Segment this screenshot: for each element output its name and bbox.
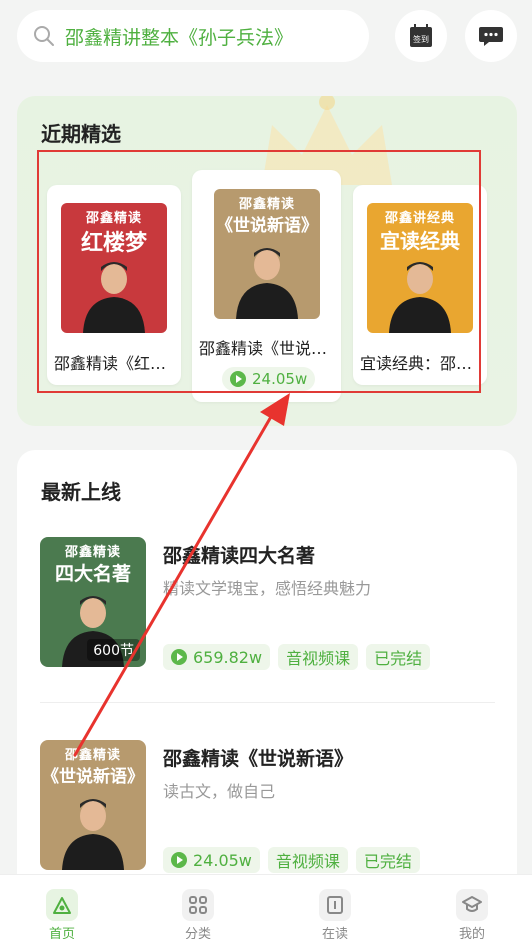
search-placeholder: 邵鑫精讲整本《孙子兵法》: [65, 26, 294, 49]
cover-title: 宜读经典: [380, 229, 460, 253]
cover-subtitle: 邵鑫精读: [238, 197, 295, 212]
item-desc: 精读文学瑰宝，感悟经典魅力: [163, 579, 372, 598]
play-icon: [171, 852, 187, 868]
bottom-nav: 首页 分类 在读 我的: [0, 874, 532, 939]
card-title: 邵鑫精读《红…: [54, 354, 167, 373]
search-icon: [34, 26, 54, 46]
list-item[interactable]: 邵鑫精读 《世说新语》 邵鑫精读《世说新语》 读古文，做自己 24.05w 音视…: [17, 740, 517, 890]
thumb-sidamingzhu: 邵鑫精读 四大名著 600节: [40, 537, 146, 667]
featured-card-shishuoxinyu[interactable]: 邵鑫精读 《世说新语》 邵鑫精读《世说… 24.05w: [192, 170, 341, 402]
nav-label: 在读: [321, 927, 348, 939]
nav-category[interactable]: 分类: [158, 875, 238, 939]
grid-icon: [182, 889, 214, 921]
item-tags: 659.82w 音视频课 已完结: [163, 644, 431, 670]
play-count-tag: 659.82w: [163, 644, 271, 670]
media-type-tag: 音视频课: [267, 847, 348, 873]
featured-card-yidujingdian[interactable]: 邵鑫讲经典 宜读经典 宜读经典：邵…: [353, 185, 487, 385]
item-name: 邵鑫精读四大名著: [163, 545, 316, 567]
message-button[interactable]: [465, 10, 517, 62]
nav-label: 首页: [48, 927, 75, 939]
play-icon: [230, 371, 246, 387]
cover-shishuoxinyu: 邵鑫精读 《世说新语》: [214, 189, 320, 319]
card-title: 宜读经典：邵…: [360, 354, 473, 373]
cover-subtitle: 邵鑫精读: [85, 211, 142, 226]
thumb-shishuoxinyu: 邵鑫精读 《世说新语》: [40, 740, 146, 870]
item-desc: 读古文，做自己: [163, 782, 276, 801]
cover-subtitle: 邵鑫讲经典: [384, 211, 455, 226]
status-tag: 已完结: [366, 644, 431, 670]
card-title: 邵鑫精读《世说…: [199, 339, 328, 358]
cover-subtitle: 邵鑫精读: [64, 748, 121, 763]
nav-home[interactable]: 首页: [22, 875, 102, 939]
latest-title: 最新上线: [41, 480, 121, 504]
sign-label: 签到: [413, 34, 429, 44]
cover-hongloumeng: 邵鑫精读 红楼梦: [61, 203, 167, 333]
lesson-count-badge: 600节: [87, 639, 140, 661]
nav-mine[interactable]: 我的: [432, 875, 512, 939]
search-bar[interactable]: 邵鑫精讲整本《孙子兵法》: [17, 10, 369, 62]
divider: [40, 702, 495, 703]
list-item[interactable]: 邵鑫精读 四大名著 600节 邵鑫精读四大名著 精读文学瑰宝，感悟经典魅力 65…: [17, 537, 517, 687]
status-tag: 已完结: [355, 847, 420, 873]
book-icon: [319, 889, 351, 921]
play-icon: [171, 649, 187, 665]
sign-in-button[interactable]: 签到: [395, 10, 447, 62]
item-tags: 24.05w 音视频课 已完结: [163, 847, 420, 873]
cover-yidujingdian: 邵鑫讲经典 宜读经典: [367, 203, 473, 333]
play-count: 24.05w: [252, 370, 308, 388]
chat-bubble-icon: [479, 27, 503, 46]
presenter-portrait: [236, 248, 298, 319]
play-count-tag: 24.05w: [163, 847, 260, 873]
cover-title: 四大名著: [54, 563, 131, 585]
presenter-portrait: [83, 262, 145, 333]
featured-section: 近期精选 邵鑫精读 红楼梦 邵鑫精读《红… 邵鑫精读 《世说新语》 邵鑫精读《世…: [17, 96, 517, 426]
cover-title: 《世说新语》: [216, 216, 318, 236]
presenter-portrait: [389, 262, 451, 333]
nav-reading[interactable]: 在读: [295, 875, 375, 939]
cover-subtitle: 邵鑫精读: [64, 545, 121, 560]
home-icon: [46, 889, 78, 921]
play-count: 24.05w: [193, 850, 252, 870]
play-count-badge: 24.05w: [222, 367, 316, 391]
nav-label: 我的: [458, 927, 485, 939]
latest-section: 最新上线 邵鑫精读 四大名著 600节 邵鑫精读四大名著 精读文学瑰宝，感悟经典…: [17, 450, 517, 890]
nav-label: 分类: [184, 927, 211, 939]
featured-card-hongloumeng[interactable]: 邵鑫精读 红楼梦 邵鑫精读《红…: [47, 185, 181, 385]
featured-title: 近期精选: [41, 122, 121, 146]
cover-title: 红楼梦: [80, 230, 147, 256]
presenter-portrait: [62, 799, 124, 870]
calendar-icon: 签到: [410, 24, 432, 47]
media-type-tag: 音视频课: [278, 644, 359, 670]
graduation-cap-icon: [456, 889, 488, 921]
item-name: 邵鑫精读《世说新语》: [163, 748, 354, 770]
play-count: 659.82w: [193, 647, 263, 667]
header: 邵鑫精讲整本《孙子兵法》 签到: [0, 0, 532, 80]
cover-title: 《世说新语》: [42, 767, 144, 787]
